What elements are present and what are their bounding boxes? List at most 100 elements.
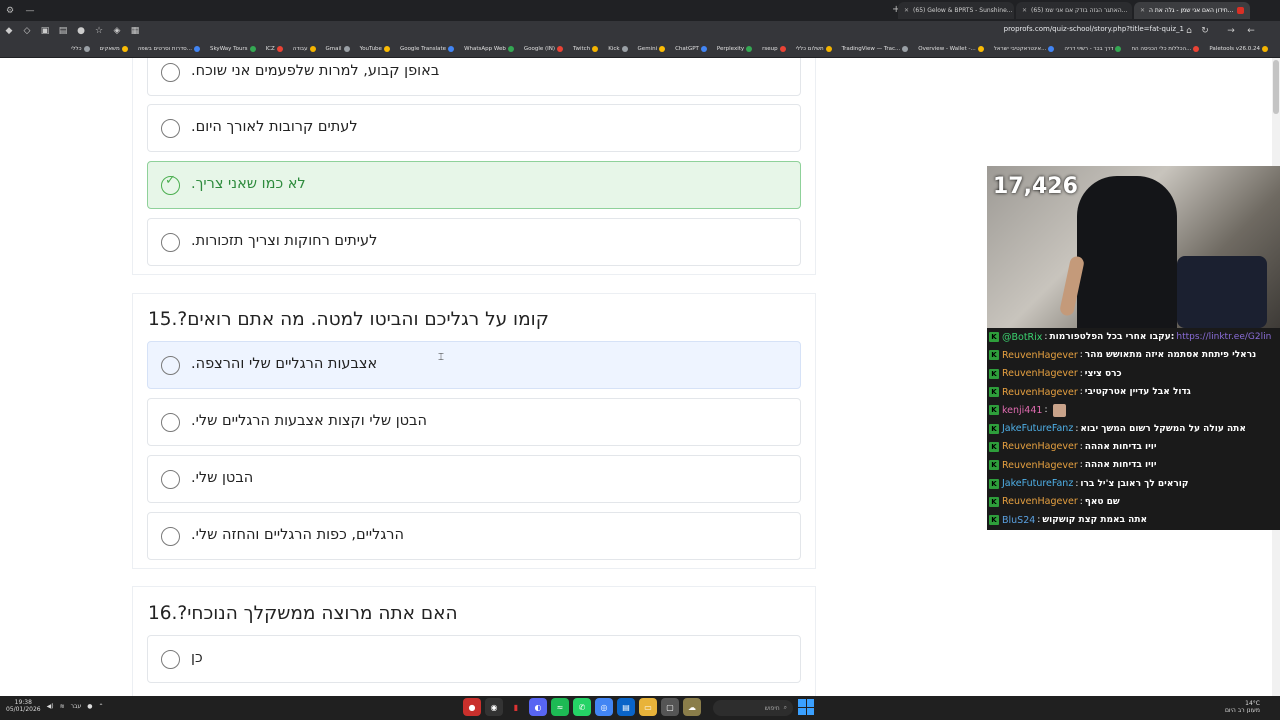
reload-icon[interactable]: ↻ <box>1198 24 1212 38</box>
bookmark-item[interactable]: כללי <box>71 46 90 52</box>
option-q14-4[interactable]: לעיתים רחוקות וצריך תזכורות. <box>147 218 801 266</box>
bookmark-item[interactable]: סדרות וסרטים בשפה... <box>138 46 200 52</box>
wifi-icon[interactable]: ≋ <box>60 703 65 710</box>
bookmark-item[interactable]: Paletools v26.0.24 <box>1209 46 1268 52</box>
address-bar[interactable]: proprofs.com/quiz-school/story.php?title… <box>1004 25 1184 33</box>
chat-username[interactable]: ReuvenHagever <box>1002 368 1078 379</box>
taskbar-search[interactable]: חיפוש ⌕ <box>713 700 793 716</box>
option-q14-1[interactable]: באופן קבוע, למרות שלפעמים אני שוכח. <box>147 58 801 96</box>
bookmark-item[interactable]: Google (IN) <box>524 46 564 52</box>
bookmark-item[interactable]: WhatsApp Web <box>464 46 514 52</box>
chat-username[interactable]: JakeFutureFanz <box>1002 423 1073 434</box>
option-q16-1[interactable]: כן <box>147 635 801 683</box>
radio-button[interactable] <box>161 527 180 546</box>
chat-link[interactable]: https://linktr.ee/G2lin <box>1176 332 1271 342</box>
start-button[interactable] <box>798 699 814 715</box>
app-icon-chrome[interactable]: ◎ <box>595 698 613 716</box>
bookmark-item[interactable]: Gemini <box>638 46 666 52</box>
app-icon-discord[interactable]: ◐ <box>529 698 547 716</box>
bookmark-item[interactable]: עבודה <box>293 46 316 52</box>
close-icon[interactable]: ✕ <box>1022 7 1027 14</box>
chat-message: K ReuvenHagever: יויו בדיחות אההה <box>987 438 1280 456</box>
bookmark-item[interactable]: Perplexity <box>717 46 753 52</box>
extension-icon[interactable]: ▣ <box>38 24 52 38</box>
radio-button[interactable] <box>161 119 180 138</box>
weather-widget[interactable]: 14°C מעונן רב היום <box>1225 700 1260 714</box>
chat-username[interactable]: ReuvenHagever <box>1002 441 1078 452</box>
chat-username[interactable]: ReuvenHagever <box>1002 387 1078 398</box>
app-icon-obs[interactable]: ◉ <box>485 698 503 716</box>
bookmark-item[interactable]: ChatGPT <box>675 46 707 52</box>
bookmark-item[interactable]: ICZ <box>266 46 283 52</box>
clock[interactable]: 19:38 05/01/2026 <box>6 699 41 713</box>
bookmark-label: תשלום כללי <box>795 46 824 52</box>
option-q14-3-correct[interactable]: ✓ לא כמו שאני צריך. <box>147 161 801 209</box>
bookmark-item[interactable]: SkyWay Tours <box>210 46 256 52</box>
extension-icon[interactable]: ▤ <box>56 24 70 38</box>
bookmark-item[interactable]: Kick <box>608 46 628 52</box>
chat-username[interactable]: ReuvenHagever <box>1002 460 1078 471</box>
extension-icon[interactable]: ◇ <box>20 24 34 38</box>
option-q15-2[interactable]: הבטן שלי וקצות אצבעות הרגליים שלי. <box>147 398 801 446</box>
chat-username[interactable]: JakeFutureFanz <box>1002 478 1073 489</box>
app-icon-whatsapp[interactable]: ✆ <box>573 698 591 716</box>
chat-message: K ReuvenHagever: גדול אבל עדיין אטרקטיבי <box>987 383 1280 401</box>
app-icon-widget[interactable]: ☁ <box>683 698 701 716</box>
bookmark-item[interactable]: אינטראקטיבי ישראל... <box>994 46 1055 52</box>
bookmark-item[interactable]: rseup <box>762 46 786 52</box>
bookmark-item[interactable]: דרך בכר - רשיוי דריה <box>1064 46 1122 52</box>
radio-button[interactable] <box>161 63 180 82</box>
option-q15-1[interactable]: אצבעות הרגליים שלי והרצפה. <box>147 341 801 389</box>
app-icon-store[interactable]: ▤ <box>617 698 635 716</box>
extension-icon[interactable]: ◆ <box>2 24 16 38</box>
app-icon-window[interactable]: ▢ <box>661 698 679 716</box>
forward-icon[interactable]: → <box>1224 24 1238 38</box>
chat-username[interactable]: ReuvenHagever <box>1002 350 1078 361</box>
app-icon-spotify[interactable]: ≈ <box>551 698 569 716</box>
option-q15-4[interactable]: הרגליים, כפות הרגליים והחזה שלי. <box>147 512 801 560</box>
radio-button[interactable] <box>161 413 180 432</box>
home-icon[interactable]: ⌂ <box>1182 24 1196 38</box>
bookmark-item[interactable]: Twitch <box>573 46 599 52</box>
minimize-icon[interactable]: — <box>20 0 40 21</box>
taskbar-apps: ● ◉ ▮ ◐ ≈ ✆ ◎ ▤ ▭ ▢ ☁ <box>463 698 701 716</box>
tab-youtube-2[interactable]: ✕ (65) Gelow & BPRTS - Sunshine... <box>898 2 1014 19</box>
extension-icon[interactable]: ▦ <box>128 24 142 38</box>
tray-overflow-icon[interactable]: ⌃ <box>98 703 103 710</box>
bookmark-item[interactable]: Google Translate <box>400 46 455 52</box>
chat-username[interactable]: @BotRix <box>1002 332 1042 343</box>
option-q14-2[interactable]: לעתים קרובות לאורך היום. <box>147 104 801 152</box>
chat-username[interactable]: BluS24 <box>1002 515 1035 526</box>
radio-button[interactable] <box>161 470 180 489</box>
browser-menu-icon[interactable]: ⚙ <box>0 0 20 21</box>
bookmark-item[interactable]: YouTube <box>360 46 390 52</box>
chat-username[interactable]: ReuvenHagever <box>1002 496 1078 507</box>
bookmark-item[interactable]: הכללות כלי הכניסה הח... <box>1131 46 1200 52</box>
option-q15-3[interactable]: הבטן שלי. <box>147 455 801 503</box>
radio-button[interactable] <box>161 233 180 252</box>
close-icon[interactable]: ✕ <box>1140 7 1145 14</box>
tab-youtube-1[interactable]: ✕ (65) האתגר הגזה בודק אם אני שמ... <box>1016 2 1132 19</box>
radio-button[interactable] <box>161 650 180 669</box>
speaker-icon[interactable]: ◀) <box>47 703 54 710</box>
back-icon[interactable]: ← <box>1244 24 1258 38</box>
tab-quiz[interactable]: ✕ חידון האם אני שמן - גלה את ה... <box>1134 2 1250 19</box>
bookmark-item[interactable]: תשלום כללי <box>796 46 832 52</box>
language-indicator[interactable]: עבר <box>71 703 82 710</box>
option-text: הרגליים, כפות הרגליים והחזה שלי. <box>191 527 404 543</box>
close-icon[interactable]: ✕ <box>904 7 909 14</box>
app-icon-red[interactable]: ▮ <box>507 698 525 716</box>
scrollbar-thumb[interactable] <box>1273 60 1279 114</box>
radio-button[interactable] <box>161 356 180 375</box>
extension-icon[interactable]: ● <box>74 24 88 38</box>
bookmark-item[interactable]: Overview - Wallet -... <box>918 46 984 52</box>
app-icon-files[interactable]: ▭ <box>639 698 657 716</box>
bookmark-item[interactable]: Gmail <box>326 46 350 52</box>
app-icon-record[interactable]: ● <box>463 698 481 716</box>
bookmark-star-icon[interactable]: ☆ <box>92 24 106 38</box>
bookmark-item[interactable]: משאקים <box>100 46 128 52</box>
extension-icon[interactable]: ◈ <box>110 24 124 38</box>
bookmark-item[interactable]: TradingView — Trac... <box>842 46 909 52</box>
chat-username[interactable]: kenji441 <box>1002 405 1042 416</box>
mic-icon[interactable]: ● <box>87 703 92 710</box>
